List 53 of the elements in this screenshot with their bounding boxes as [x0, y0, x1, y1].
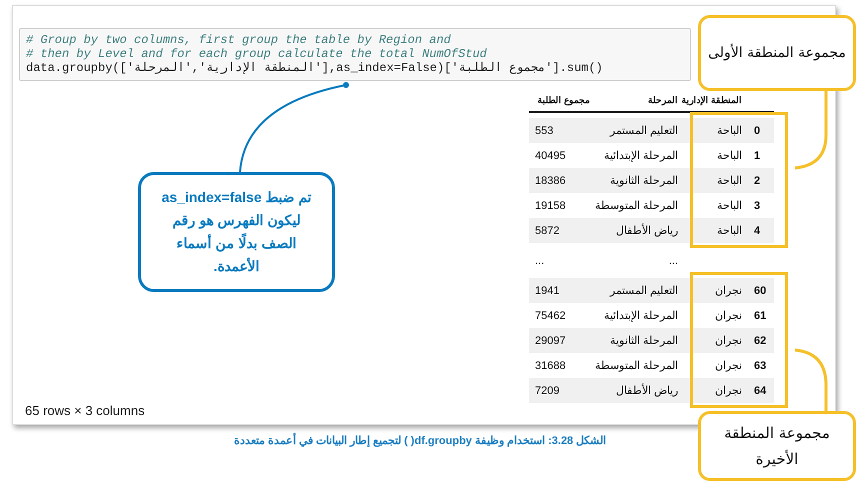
table-cell-text: الباحة	[716, 124, 743, 137]
table-cell-text: ...	[668, 254, 679, 266]
table-cell-text: التعليم المستمر	[608, 124, 679, 137]
callout-text: تم ضبط as_index=false ليكون الفهرس هو رقم الصف بدلًا من أسماء الأعمدة.	[160, 188, 312, 276]
table-cell-text: الباحة	[716, 224, 743, 237]
table-cell-text: 5872	[534, 224, 560, 236]
table-cell-text: نجران	[714, 309, 743, 322]
table-cell-text: المرحلة الإبتدائية	[602, 149, 679, 162]
callout-text: مجموعة المنطقة الأولى	[708, 42, 846, 63]
row-index: 60	[753, 284, 768, 296]
row-index: 1	[753, 150, 762, 162]
table-cell-text: المرحلة الثانوية	[608, 334, 679, 347]
table-cell-text: نجران	[714, 384, 743, 397]
callout-text: مجموعة المنطقة الأخيرة	[723, 423, 831, 470]
table-cell-text: المرحلة الإبتدائية	[602, 309, 679, 322]
row-index: 4	[753, 224, 762, 236]
table-cell-text: نجران	[714, 334, 743, 347]
row-index: 64	[753, 384, 768, 396]
column-header: المنطقة الإدارية	[684, 95, 743, 105]
table-cell-text: 1941	[534, 284, 560, 296]
table-cell-text: 75462	[534, 310, 567, 322]
table-cell-text: الباحة	[716, 149, 743, 162]
shape-note: 65 rows × 3 columns	[24, 403, 146, 418]
table-cell-text: رياض الأطفال	[614, 384, 679, 397]
table-cell-text: المرحلة المتوسطة	[596, 359, 679, 372]
table-cell-text: نجران	[714, 359, 743, 372]
table-cell-text: 553	[534, 124, 554, 136]
table-cell-text: المرحلة الثانوية	[608, 174, 679, 187]
row-index: 0	[753, 124, 762, 136]
code-line: # Group by two columns, first group the table by Region and	[26, 33, 452, 47]
row-index: 62	[753, 334, 768, 346]
table-cell-text: نجران	[714, 284, 743, 297]
table-cell-text: المرحلة المتوسطة	[596, 199, 679, 212]
table-cell-text: الباحة	[716, 174, 743, 187]
row-index: 63	[753, 360, 768, 372]
table-cell-text: التعليم المستمر	[608, 284, 679, 297]
row-index: 2	[753, 174, 762, 186]
table-cell-text: رياض الأطفال	[614, 224, 679, 237]
code-line: # then by Level and for each group calculate the total NumOfStud	[26, 47, 488, 61]
table-cell-text: ...	[534, 254, 546, 266]
row-index: 3	[753, 200, 762, 212]
table-cell-text: 18386	[534, 174, 567, 186]
table-cell-text: 19158	[534, 200, 567, 212]
figure-caption: الشكل 3.28: استخدام وظيفة df.groupby( ) لتجميع إطار البيانات في أعمدة متعددة	[120, 434, 720, 447]
table-cell-text: 31688	[534, 360, 567, 372]
row-index: 61	[753, 310, 768, 322]
table-cell-text: الباحة	[716, 199, 743, 212]
column-header: مجموع الطلبة	[536, 95, 591, 105]
table-cell-text: 40495	[534, 150, 567, 162]
code-cell[interactable]	[19, 28, 691, 81]
table-cell-text: 29097	[534, 334, 567, 346]
code-line: data.groupby(['المنطقة الإدارية','المرحلة'],as_index=False)['مجموع الطلبة'].sum()	[26, 61, 604, 75]
table-cell-text: 7209	[534, 384, 560, 396]
